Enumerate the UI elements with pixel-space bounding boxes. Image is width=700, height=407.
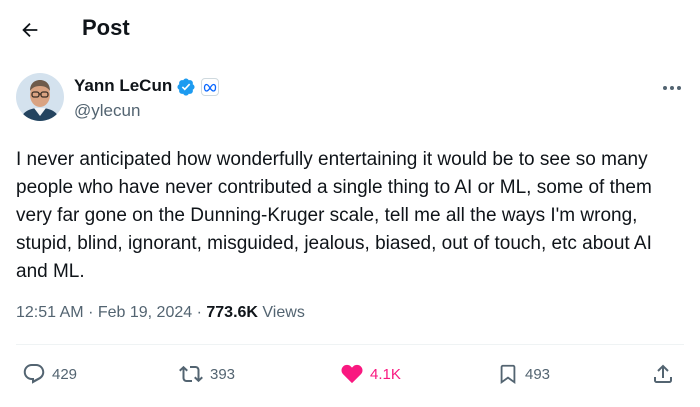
share-upload-icon bbox=[654, 364, 672, 383]
repost-arrows-icon bbox=[179, 365, 203, 383]
meta-separator: · bbox=[196, 304, 202, 321]
avatar[interactable] bbox=[16, 73, 64, 121]
bookmark-icon bbox=[500, 364, 516, 385]
back-button[interactable] bbox=[14, 14, 46, 46]
page-title: Post bbox=[82, 15, 130, 40]
speech-bubble-icon bbox=[23, 364, 45, 384]
author-handle[interactable]: @ylecun bbox=[74, 101, 140, 121]
more-horizontal-icon bbox=[663, 86, 681, 90]
verified-badge-icon bbox=[177, 78, 195, 96]
more-options-button[interactable] bbox=[660, 78, 684, 98]
author-name[interactable]: Yann LeCun bbox=[74, 76, 172, 96]
post-date[interactable]: Feb 19, 2024 bbox=[98, 304, 192, 321]
like-count: 4.1K bbox=[370, 365, 401, 383]
post-text: I never anticipated how wonderfully ente… bbox=[16, 149, 652, 282]
share-button[interactable] bbox=[651, 360, 675, 388]
reply-count: 429 bbox=[52, 365, 78, 383]
views-label: Views bbox=[262, 304, 305, 321]
post-time[interactable]: 12:51 AM bbox=[16, 304, 84, 321]
bookmark-count: 493 bbox=[525, 365, 551, 383]
bookmark-button[interactable]: 493 bbox=[497, 360, 550, 388]
arrow-left-icon bbox=[22, 22, 38, 38]
views-count: 773.6K bbox=[206, 304, 258, 321]
repost-button[interactable]: 393 bbox=[178, 360, 235, 388]
affiliate-badge[interactable] bbox=[201, 78, 219, 96]
meta-logo-icon bbox=[203, 83, 217, 92]
divider bbox=[16, 344, 684, 345]
avatar-photo-icon bbox=[16, 73, 64, 121]
heart-filled-icon bbox=[341, 364, 363, 384]
repost-count: 393 bbox=[210, 365, 236, 383]
meta-separator: · bbox=[88, 304, 94, 321]
like-button[interactable]: 4.1K bbox=[340, 360, 401, 388]
post-meta: 12:51 AM · Feb 19, 2024 · 773.6K Views bbox=[16, 304, 305, 322]
top-bar: Post bbox=[0, 0, 700, 60]
reply-button[interactable]: 429 bbox=[22, 360, 77, 388]
